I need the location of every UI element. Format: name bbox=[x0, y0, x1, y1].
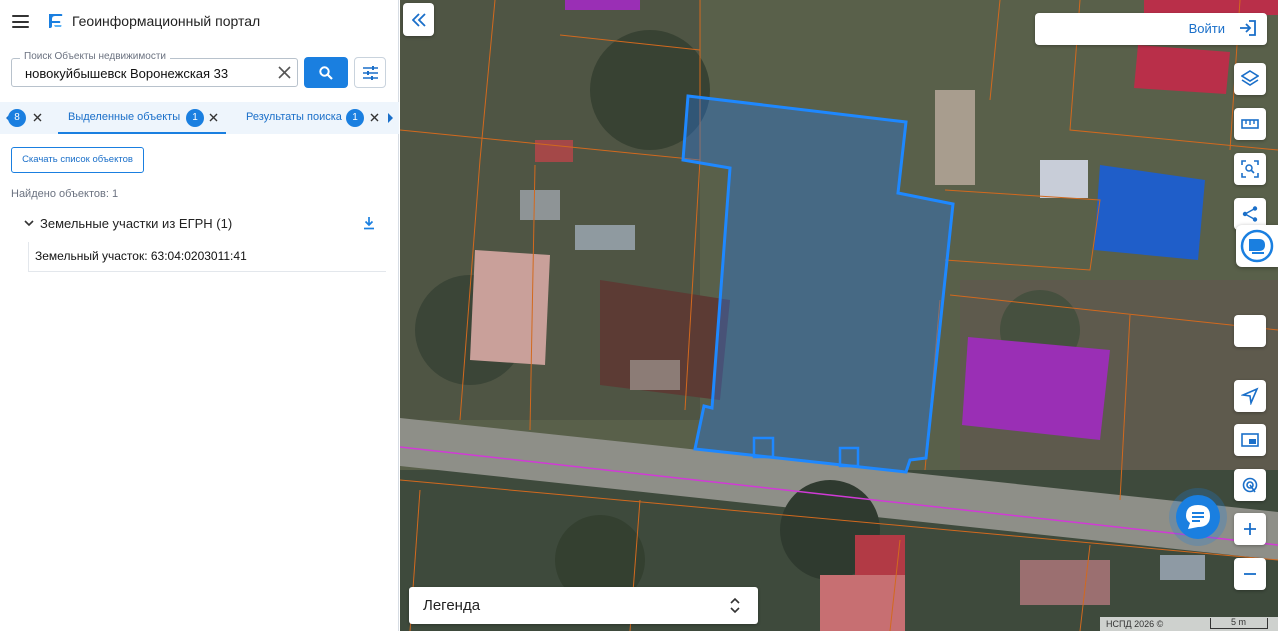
result-group-label: Земельные участки из ЕГРН (1) bbox=[40, 216, 233, 231]
share-icon bbox=[1242, 206, 1258, 222]
close-icon[interactable] bbox=[278, 66, 291, 79]
search-label: Поиск Объекты недвижимости bbox=[20, 51, 170, 62]
extra-tool-button[interactable] bbox=[1234, 315, 1266, 347]
download-icon[interactable] bbox=[362, 216, 376, 230]
scale-label: 5 m bbox=[1231, 617, 1247, 627]
select-area-button[interactable] bbox=[1234, 153, 1266, 185]
top-bar: Геоинформационный портал bbox=[0, 0, 399, 44]
login-button[interactable]: Войти bbox=[1035, 13, 1267, 45]
list-item[interactable]: Земельный участок: 63:04:0203011:41 bbox=[28, 242, 386, 272]
tab-bar: 8 Выделенные объекты 1 Результаты поиска… bbox=[0, 102, 399, 134]
satellite-map[interactable] bbox=[400, 0, 1278, 631]
plus-icon bbox=[1244, 523, 1256, 535]
tab-label: Выделенные объекты bbox=[68, 111, 181, 123]
nspd-badge[interactable] bbox=[1236, 225, 1278, 267]
scale-bar: 5 m bbox=[1210, 617, 1268, 629]
minimap-icon bbox=[1241, 433, 1259, 447]
list-item-label: Земельный участок: 63:04:0203011:41 bbox=[35, 249, 247, 263]
ruler-icon bbox=[1241, 119, 1259, 129]
map-attribution: НСПД 2026 © 5 m bbox=[1100, 617, 1278, 631]
search-icon bbox=[319, 66, 333, 80]
active-tab-indicator bbox=[58, 132, 226, 134]
filter-icon bbox=[363, 66, 378, 80]
tab-selected-objects[interactable]: Выделенные объекты 1 bbox=[58, 102, 226, 134]
search-value[interactable]: новокуйбышевск Воронежская 33 bbox=[25, 66, 228, 81]
download-list-button[interactable]: Скачать список объектов bbox=[11, 147, 144, 173]
close-icon[interactable] bbox=[209, 113, 218, 122]
chat-button[interactable] bbox=[1169, 488, 1227, 546]
found-count: Найдено объектов: 1 bbox=[11, 188, 119, 200]
minimap-button[interactable] bbox=[1234, 424, 1266, 456]
location-button[interactable] bbox=[1234, 469, 1266, 501]
result-group-header[interactable]: Земельные участки из ЕГРН (1) bbox=[22, 214, 386, 236]
menu-icon[interactable] bbox=[12, 15, 29, 28]
filter-button[interactable] bbox=[354, 57, 386, 88]
navigation-icon bbox=[1241, 387, 1259, 405]
map-view[interactable]: Войти Легенда НСПД 2026 © 5 m bbox=[400, 0, 1278, 631]
close-icon[interactable] bbox=[33, 113, 42, 122]
tab-label: Результаты поиска bbox=[246, 111, 342, 123]
tab-badge: 1 bbox=[186, 109, 204, 127]
tab-badge: 1 bbox=[346, 109, 364, 127]
search-button[interactable] bbox=[304, 57, 348, 88]
search-input[interactable]: Поиск Объекты недвижимости новокуйбышевс… bbox=[11, 51, 298, 87]
zoom-out-button[interactable] bbox=[1234, 558, 1266, 590]
tab-search-results[interactable]: Результаты поиска 1 bbox=[238, 102, 383, 134]
fingerprint-icon bbox=[1242, 477, 1258, 493]
layers-button[interactable] bbox=[1234, 63, 1266, 95]
collapse-panel-button[interactable] bbox=[403, 3, 434, 36]
minus-icon bbox=[1244, 573, 1256, 575]
chevron-up-down-icon bbox=[730, 597, 740, 614]
legend-label: Легенда bbox=[423, 597, 481, 614]
login-label: Войти bbox=[1188, 21, 1225, 36]
login-icon bbox=[1240, 20, 1256, 36]
nspd-logo-icon bbox=[1240, 229, 1274, 263]
layers-icon bbox=[1241, 70, 1259, 86]
chevron-double-left-icon bbox=[412, 13, 426, 27]
select-area-icon bbox=[1241, 160, 1259, 178]
measure-button[interactable] bbox=[1234, 108, 1266, 140]
side-panel: Геоинформационный портал Поиск Объекты н… bbox=[0, 0, 399, 631]
chevron-down-icon[interactable] bbox=[24, 220, 34, 227]
logo-icon bbox=[49, 14, 63, 28]
chevron-right-icon[interactable] bbox=[386, 112, 394, 124]
tab-previous[interactable]: 8 bbox=[0, 102, 46, 134]
app-title: Геоинформационный портал bbox=[72, 13, 261, 29]
legend-button[interactable]: Легенда bbox=[409, 587, 758, 624]
close-icon[interactable] bbox=[370, 113, 379, 122]
attribution-text: НСПД 2026 © bbox=[1106, 619, 1164, 629]
zoom-in-button[interactable] bbox=[1234, 513, 1266, 545]
locate-button[interactable] bbox=[1234, 380, 1266, 412]
chat-button-core bbox=[1176, 495, 1220, 539]
chat-icon bbox=[1186, 505, 1210, 529]
tab-badge: 8 bbox=[8, 109, 26, 127]
